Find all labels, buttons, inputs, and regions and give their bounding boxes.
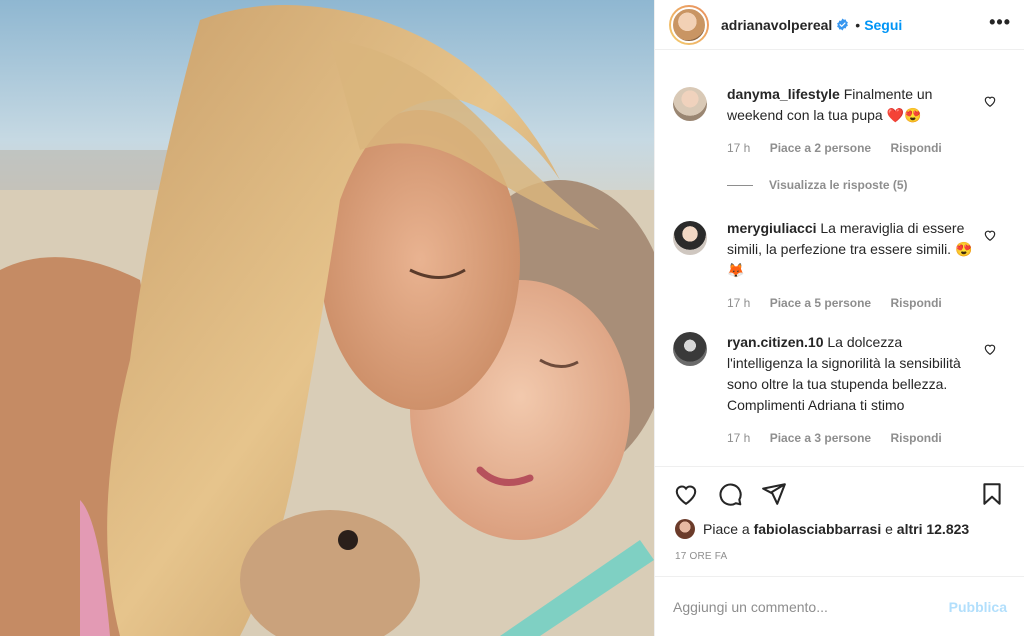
follow-button[interactable]: Segui xyxy=(864,17,902,33)
post-header: adrianavolpereal • Segui ••• xyxy=(655,0,1024,50)
add-comment-bar: Pubblica xyxy=(655,576,1024,636)
post-side-panel: adrianavolpereal • Segui ••• danyma_life… xyxy=(654,0,1024,636)
comment-icon[interactable] xyxy=(717,481,743,507)
comment-meta: 17 h Piace a 5 persone Rispondi xyxy=(727,296,979,310)
comment-text: danyma_lifestyle Finalmente un weekend c… xyxy=(727,84,979,126)
comment-likes[interactable]: Piace a 5 persone xyxy=(770,296,871,310)
comment-time[interactable]: 17 h xyxy=(727,431,750,445)
publish-button[interactable]: Pubblica xyxy=(949,599,1007,615)
post-actions: Piace a fabiolasciabbarrasi e altri 12.8… xyxy=(655,466,1024,576)
comment-like-heart-icon[interactable] xyxy=(983,94,997,108)
comment-like-heart-icon[interactable] xyxy=(983,228,997,242)
author-avatar-image xyxy=(671,6,707,43)
reply-button[interactable]: Rispondi xyxy=(890,296,941,310)
comment-likes[interactable]: Piace a 3 persone xyxy=(770,431,871,445)
comment-avatar[interactable] xyxy=(673,221,707,255)
comment-username[interactable]: danyma_lifestyle xyxy=(727,86,840,102)
comment-text: ryan.citizen.10 La dolcezza l'intelligen… xyxy=(727,332,979,416)
liker-username[interactable]: fabiolasciabbarrasi xyxy=(754,521,882,537)
heart-icon[interactable] xyxy=(673,481,699,507)
liker-avatar[interactable] xyxy=(675,519,695,539)
header-separator: • xyxy=(855,16,861,33)
more-options-icon[interactable]: ••• xyxy=(989,12,1011,33)
likes-summary: Piace a fabiolasciabbarrasi e altri 12.8… xyxy=(675,519,969,539)
share-icon[interactable] xyxy=(761,481,787,507)
comment-item: merygiuliacci La meraviglia di essere si… xyxy=(655,218,1024,310)
comment-item: ryan.citizen.10 La dolcezza l'intelligen… xyxy=(655,332,1024,445)
likes-others-link[interactable]: altri 12.823 xyxy=(897,521,969,537)
comment-time[interactable]: 17 h xyxy=(727,141,750,155)
bookmark-icon[interactable] xyxy=(979,481,1005,507)
author-avatar[interactable] xyxy=(669,4,709,45)
likes-prefix: Piace a xyxy=(703,521,750,537)
post-photo-illustration xyxy=(0,0,654,636)
reply-button[interactable]: Rispondi xyxy=(890,431,941,445)
comment-text: merygiuliacci La meraviglia di essere si… xyxy=(727,218,979,281)
reply-button[interactable]: Rispondi xyxy=(890,141,941,155)
comment-meta: 17 h Piace a 3 persone Rispondi xyxy=(727,431,979,445)
comment-like-heart-icon[interactable] xyxy=(983,342,997,356)
view-replies-label: Visualizza le risposte (5) xyxy=(769,178,908,192)
likes-and: e xyxy=(885,521,893,537)
verified-badge-icon xyxy=(836,18,849,31)
comment-username[interactable]: ryan.citizen.10 xyxy=(727,334,824,350)
comment-username[interactable]: merygiuliacci xyxy=(727,220,817,236)
author-username[interactable]: adrianavolpereal xyxy=(721,17,832,33)
view-replies-line xyxy=(727,184,753,186)
post-photo xyxy=(0,0,654,636)
post-timestamp[interactable]: 17 ORE FA xyxy=(675,551,727,562)
comment-input[interactable] xyxy=(673,598,949,615)
comment-avatar[interactable] xyxy=(673,332,707,366)
comment-meta: 17 h Piace a 2 persone Rispondi xyxy=(727,141,979,155)
comment-likes[interactable]: Piace a 2 persone xyxy=(770,141,871,155)
comment-time[interactable]: 17 h xyxy=(727,296,750,310)
comment-item: danyma_lifestyle Finalmente un weekend c… xyxy=(655,84,1024,155)
comment-avatar[interactable] xyxy=(673,87,707,121)
view-replies-button[interactable]: Visualizza le risposte (5) xyxy=(727,178,908,192)
